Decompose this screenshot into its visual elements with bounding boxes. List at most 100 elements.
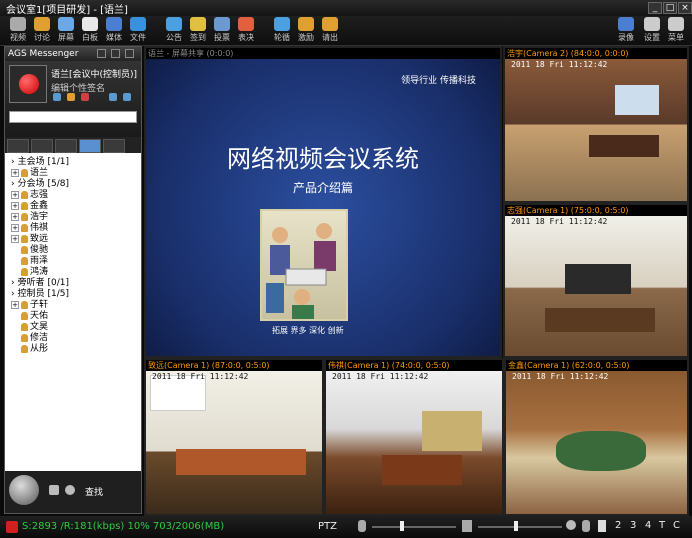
layout-1-icon[interactable] bbox=[598, 520, 606, 532]
avatar[interactable] bbox=[9, 65, 47, 103]
tab-meeting[interactable] bbox=[79, 139, 101, 153]
layout-c-button[interactable]: C bbox=[673, 520, 680, 531]
tool-icon-3[interactable] bbox=[81, 93, 89, 101]
toolbar-button-7[interactable]: 签到 bbox=[186, 17, 210, 45]
toolbar-button-6[interactable]: 公告 bbox=[162, 17, 186, 45]
toolbar-button-13[interactable]: 录像 bbox=[614, 17, 638, 45]
map-wall bbox=[422, 411, 482, 451]
close-button[interactable]: × bbox=[678, 2, 692, 14]
camera-pane-4[interactable]: 伟祺(Camera 1) (74:0:0, 0:5:0) 2011 18 Fri… bbox=[324, 358, 504, 516]
tree-participant[interactable]: + 伟祺 bbox=[11, 223, 48, 234]
sound-icon[interactable] bbox=[65, 485, 75, 495]
tree-participant[interactable]: + 语兰 bbox=[11, 168, 48, 179]
tool-icon-1[interactable] bbox=[53, 93, 61, 101]
tree-label: 修洁 bbox=[30, 333, 49, 343]
toolbar-button-15[interactable]: 菜单 bbox=[664, 17, 688, 45]
tool-icon-4[interactable] bbox=[109, 93, 117, 101]
tree-group[interactable]: › 控制员 [1/5] bbox=[11, 289, 69, 300]
toolbar-button-12[interactable]: 请出 bbox=[318, 17, 342, 45]
toolbar-label: 屏幕 bbox=[58, 33, 74, 42]
toolbar-button-14[interactable]: 设置 bbox=[640, 17, 664, 45]
expand-icon[interactable]: › bbox=[11, 157, 15, 167]
tree-participant[interactable]: 修洁 bbox=[11, 333, 48, 344]
toolbar-button-4[interactable]: 媒体 bbox=[102, 17, 126, 45]
minimize-button[interactable]: _ bbox=[648, 2, 662, 14]
speaker-volume-slider[interactable] bbox=[478, 526, 562, 528]
close-icon[interactable] bbox=[125, 49, 134, 58]
tree-participant[interactable]: + 致远 bbox=[11, 234, 48, 245]
decision-icon bbox=[238, 17, 254, 31]
toolbar-button-3[interactable]: 白板 bbox=[78, 17, 102, 45]
expand-icon[interactable]: + bbox=[11, 191, 19, 199]
tree-participant[interactable]: 雨泽 bbox=[11, 256, 48, 267]
find-button[interactable]: 查找 bbox=[85, 485, 103, 498]
tab-other[interactable] bbox=[103, 139, 125, 153]
main-video-pane[interactable]: 语兰 - 屏幕共享 (0:0:0) 领导行业 传播科技 网络视频会议系统 产品介… bbox=[144, 46, 502, 358]
expand-icon[interactable]: + bbox=[11, 169, 19, 177]
toolbar-button-9[interactable]: 表决 bbox=[234, 17, 258, 45]
table bbox=[589, 135, 659, 157]
tree-participant[interactable]: + 子轩 bbox=[11, 300, 48, 311]
expand-icon[interactable]: + bbox=[11, 224, 19, 232]
timestamp: 2011 18 Fri 11:12:42 bbox=[332, 372, 429, 381]
minimize-icon[interactable] bbox=[97, 49, 106, 58]
tree-participant[interactable]: + 志强 bbox=[11, 190, 48, 201]
expand-icon[interactable]: + bbox=[11, 213, 19, 221]
speaker-slider-thumb[interactable] bbox=[514, 521, 518, 531]
mic2-icon[interactable] bbox=[582, 520, 590, 532]
orb-icon[interactable] bbox=[9, 475, 39, 505]
tree-participant[interactable]: + 浩宇 bbox=[11, 212, 48, 223]
camera-pane-3[interactable]: 致远(Camera 1) (87:0:0, 0:5:0) 2011 18 Fri… bbox=[144, 358, 324, 516]
layout-t-button[interactable]: T bbox=[659, 520, 665, 531]
toolbar-button-10[interactable]: 轮循 bbox=[270, 17, 294, 45]
expand-icon[interactable]: › bbox=[11, 278, 15, 288]
wrench-icon[interactable] bbox=[49, 485, 59, 495]
tool-icon-2[interactable] bbox=[67, 93, 75, 101]
person-icon bbox=[21, 267, 28, 276]
user-status[interactable]: 语兰[会议中(控制员)] bbox=[51, 67, 137, 80]
expand-icon[interactable]: + bbox=[11, 235, 19, 243]
tree-participant[interactable]: + 金鑫 bbox=[11, 201, 48, 212]
tree-participant[interactable]: 天佑 bbox=[11, 311, 48, 322]
toolbar-label: 轮循 bbox=[274, 33, 290, 42]
toolbar-button-1[interactable]: 讨论 bbox=[30, 17, 54, 45]
tree-participant[interactable]: 鸿涛 bbox=[11, 267, 48, 278]
mic-icon[interactable] bbox=[358, 520, 366, 532]
expand-icon[interactable]: + bbox=[11, 301, 19, 309]
tab-people[interactable] bbox=[55, 139, 77, 153]
tab-contacts[interactable] bbox=[7, 139, 29, 153]
camera-pane-5[interactable]: 金鑫(Camera 1) (62:0:0, 0:5:0) 2011 18 Fri… bbox=[504, 358, 689, 516]
tree-group[interactable]: › 主会场 [1/1] bbox=[11, 157, 69, 168]
tree-participant[interactable]: 文昊 bbox=[11, 322, 48, 333]
mic-slider-thumb[interactable] bbox=[400, 521, 404, 531]
speaker-icon[interactable] bbox=[462, 520, 472, 532]
camera-feed bbox=[326, 371, 502, 514]
tab-groups[interactable] bbox=[31, 139, 53, 153]
toolbar-button-11[interactable]: 激励 bbox=[294, 17, 318, 45]
cam-icon[interactable] bbox=[566, 520, 576, 530]
layout-4-button[interactable]: 4 bbox=[645, 520, 651, 531]
toolbar-button-5[interactable]: 文件 bbox=[126, 17, 150, 45]
tool-icon-5[interactable] bbox=[123, 93, 131, 101]
tree-participant[interactable]: 俊驰 bbox=[11, 245, 48, 256]
tree-group[interactable]: › 旁听者 [0/1] bbox=[11, 278, 69, 289]
toolbar-button-2[interactable]: 屏幕 bbox=[54, 17, 78, 45]
ptz-button[interactable]: PTZ bbox=[318, 521, 337, 532]
camera-pane-2[interactable]: 志强(Camera 1) (75:0:0, 0:5:0) 2011 18 Fri… bbox=[503, 203, 689, 358]
tree-group[interactable]: › 分会场 [5/8] bbox=[11, 179, 69, 190]
layout-2-button[interactable]: 2 bbox=[615, 520, 621, 531]
mic-volume-slider[interactable] bbox=[372, 526, 456, 528]
tree-label: 天佑 bbox=[30, 311, 49, 321]
toolbar-button-8[interactable]: 投票 bbox=[210, 17, 234, 45]
expand-icon[interactable]: › bbox=[11, 289, 15, 299]
camera-feed bbox=[506, 371, 687, 514]
layout-3-button[interactable]: 3 bbox=[630, 520, 636, 531]
maximize-button[interactable]: □ bbox=[663, 2, 677, 14]
toolbar-button-0[interactable]: 视频 bbox=[6, 17, 30, 45]
restore-icon[interactable] bbox=[111, 49, 120, 58]
camera-pane-1[interactable]: 浩宇(Camera 2) (84:0:0, 0:0:0) 2011 18 Fri… bbox=[503, 46, 689, 203]
expand-icon[interactable]: › bbox=[11, 179, 15, 189]
search-input[interactable] bbox=[9, 111, 137, 123]
expand-icon[interactable]: + bbox=[11, 202, 19, 210]
tree-participant[interactable]: 从彤 bbox=[11, 344, 48, 355]
